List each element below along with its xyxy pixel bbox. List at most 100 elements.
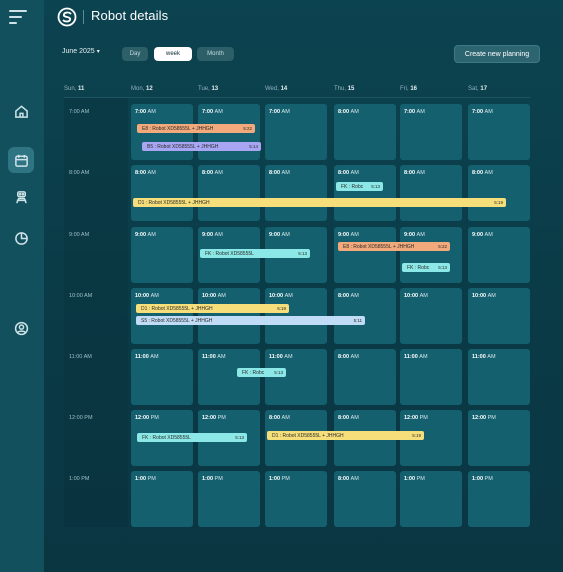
slot-hour: 8:00 — [404, 170, 416, 176]
slot-hour: 10:00 — [269, 293, 284, 299]
calendar-slot[interactable]: 9:00 AM — [468, 227, 530, 283]
slot-time: 7:00 AM — [135, 109, 156, 115]
create-new-planning-button[interactable]: Create new planning — [454, 45, 540, 63]
calendar-slot[interactable]: 11:00 AM — [131, 349, 193, 405]
calendar-slot[interactable]: 9:00 AM — [400, 227, 462, 283]
slot-time: 12:00 PM — [404, 415, 428, 421]
calendar-slot[interactable]: 11:00 AM — [198, 349, 260, 405]
calendar-slot[interactable]: 8:00 AM — [198, 165, 260, 221]
calendar-slot[interactable]: 11:00 AM — [468, 349, 530, 405]
slot-meridiem: AM — [419, 354, 428, 360]
slot-time: 1:00 PM — [269, 476, 290, 482]
day-header: Thu, 15 — [334, 86, 354, 92]
event-label: D1 : Robot XD58555L + JHHGH — [272, 432, 344, 439]
view-month-button[interactable]: Month — [197, 47, 234, 61]
event-bar[interactable]: D1 : Robot XD58555L + JHHGH 5:19 — [267, 431, 424, 440]
day-number: 17 — [480, 86, 488, 92]
day-name: Sun, — [64, 86, 77, 92]
slot-meridiem: AM — [416, 170, 425, 176]
calendar-icon[interactable] — [8, 147, 34, 173]
header-divider — [64, 97, 530, 98]
event-bar[interactable]: E8 : Robot XD58555L + JHHGH 5:22 — [137, 124, 255, 133]
slot-meridiem: AM — [147, 109, 156, 115]
slot-time: 11:00 AM — [472, 354, 496, 360]
slot-meridiem: PM — [217, 415, 226, 421]
event-time: 5:13 — [298, 251, 307, 256]
calendar-slot[interactable]: 8:00 AM — [334, 104, 396, 160]
page-title: Robot details — [91, 8, 169, 23]
view-day-button[interactable]: Day — [122, 47, 148, 61]
month-select[interactable]: June 2025 ▾ — [62, 48, 100, 55]
event-bar[interactable]: D1 : Robot XD58555L + JHHGH 5:19 — [133, 198, 506, 207]
slot-hour: 8:00 — [338, 415, 350, 421]
event-bar[interactable]: FK : Robc 5:13 — [336, 182, 383, 191]
home-icon[interactable] — [8, 98, 34, 124]
slot-hour: 8:00 — [338, 354, 350, 360]
event-time: 5:19 — [494, 200, 503, 205]
view-week-button[interactable]: week — [154, 47, 192, 61]
slot-hour: 7:00 — [472, 109, 484, 115]
calendar-slot[interactable]: 12:00 PM — [468, 410, 530, 466]
day-name: Sat, — [468, 86, 479, 92]
calendar-slot[interactable]: 8:00 AM — [400, 165, 462, 221]
slot-time: 1:00 PM — [404, 476, 425, 482]
slot-time: 9:00 AM — [404, 232, 425, 238]
day-number: 11 — [78, 86, 85, 92]
menu-icon[interactable] — [9, 10, 27, 24]
day-number: 13 — [211, 86, 219, 92]
day-number: 15 — [347, 86, 355, 92]
calendar-slot[interactable]: 8:00 AM — [468, 165, 530, 221]
calendar-slot[interactable]: 7:00 AM — [400, 104, 462, 160]
pie-chart-icon[interactable] — [8, 225, 34, 251]
slot-meridiem: AM — [147, 170, 156, 176]
slot-hour: 11:00 — [135, 354, 149, 360]
slot-time: 8:00 AM — [269, 170, 290, 176]
calendar-slot[interactable]: 1:00 PM — [468, 471, 530, 527]
calendar-slot[interactable]: 7:00 AM — [468, 104, 530, 160]
slot-meridiem: AM — [484, 109, 493, 115]
user-icon[interactable] — [8, 315, 34, 341]
calendar-slot[interactable]: 9:00 AM — [131, 227, 193, 283]
calendar-slot[interactable]: 10:00 AM — [468, 288, 530, 344]
event-bar[interactable]: FK : Robc 5:13 — [402, 263, 450, 272]
calendar-slot[interactable]: 8:00 AM — [334, 349, 396, 405]
event-bar[interactable]: E8 : Robot XD58555L + JHHGH 5:22 — [338, 242, 450, 251]
robot-icon[interactable] — [8, 184, 34, 210]
slot-meridiem: AM — [284, 354, 293, 360]
event-time: 5:13 — [235, 435, 244, 440]
slot-time: 8:00 AM — [338, 109, 359, 115]
main-content: Robot details June 2025 ▾ Day week Month… — [44, 0, 563, 572]
day-header: Mon, 12 — [131, 86, 153, 92]
slot-time: 10:00 AM — [472, 293, 496, 299]
slot-time: 10:00 AM — [202, 293, 226, 299]
calendar-slot[interactable]: 10:00 AM — [400, 288, 462, 344]
slot-time: 8:00 AM — [202, 170, 223, 176]
calendar-slot[interactable]: 8:00 AM — [334, 471, 396, 527]
event-time: 5:11 — [353, 318, 362, 323]
event-bar[interactable]: FK : Robot XD58555L 5:13 — [137, 433, 247, 442]
calendar-slot[interactable]: 11:00 AM — [400, 349, 462, 405]
event-bar[interactable]: S5 : Robot XD58555L + JHHGH 5:11 — [136, 316, 365, 325]
event-bar[interactable]: D1 : Robot XD58555L + JHHGH 5:19 — [136, 304, 289, 313]
time-label: 8:00 AM — [69, 170, 90, 176]
slot-hour: 1:00 — [135, 476, 147, 482]
event-bar[interactable]: FK : Robot XD58555L 5:13 — [200, 249, 310, 258]
slot-time: 1:00 PM — [135, 476, 156, 482]
calendar-slot[interactable]: 11:00 AM — [265, 349, 327, 405]
slot-hour: 11:00 — [202, 354, 216, 360]
calendar-slot[interactable]: 8:00 AM — [334, 165, 396, 221]
slot-hour: 9:00 — [269, 232, 281, 238]
calendar-slot[interactable]: 1:00 PM — [131, 471, 193, 527]
calendar-slot[interactable]: 1:00 PM — [400, 471, 462, 527]
calendar-slot[interactable]: 8:00 AM — [131, 165, 193, 221]
calendar-slot[interactable]: 8:00 AM — [265, 165, 327, 221]
event-bar[interactable]: B5 : Robot XD58555L + JHHGH 5:14 — [142, 142, 261, 151]
slot-hour: 12:00 — [404, 415, 419, 421]
slot-hour: 10:00 — [472, 293, 487, 299]
calendar-slot[interactable]: 9:00 AM — [334, 227, 396, 283]
event-label: D1 : Robot XD58555L + JHHGH — [138, 199, 210, 206]
event-bar[interactable]: FK : Robc 5:13 — [237, 368, 286, 377]
calendar-slot[interactable]: 1:00 PM — [265, 471, 327, 527]
calendar-slot[interactable]: 1:00 PM — [198, 471, 260, 527]
calendar-slot[interactable]: 7:00 AM — [265, 104, 327, 160]
